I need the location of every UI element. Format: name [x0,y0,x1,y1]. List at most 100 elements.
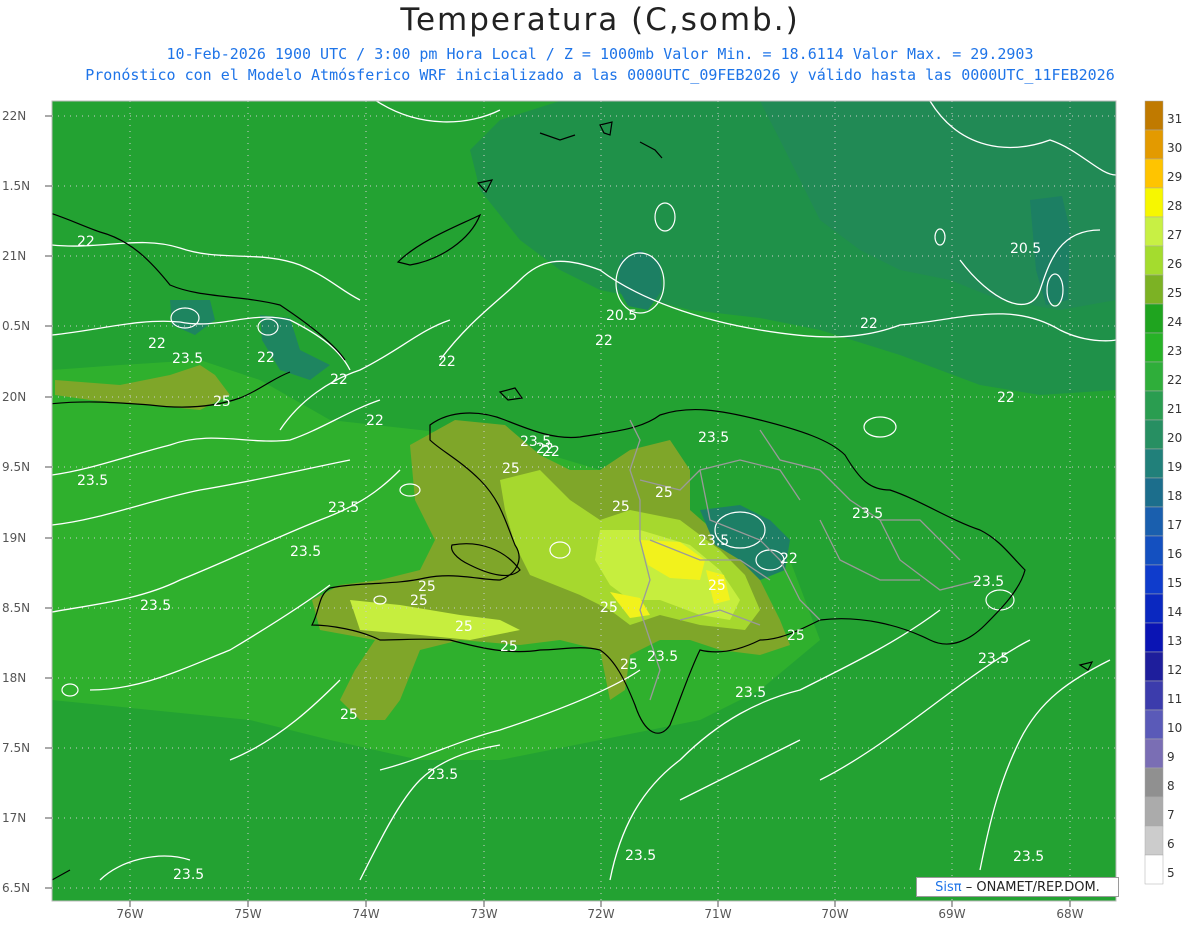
colorbar-swatch [1144,158,1164,189]
colorbar-label: 29 [1167,170,1182,184]
colorbar-swatch [1144,680,1164,711]
contour-label: 22 [257,350,275,366]
lon-label: 76W [116,907,143,921]
colorbar-swatch [1144,738,1164,769]
credit-logo: Sisπ [935,880,962,895]
lat-label: 0.5N [2,319,30,333]
lon-label: 70W [821,907,848,921]
lat-label: 7.5N [2,741,30,755]
colorbar-label: 12 [1167,663,1182,677]
contour-label: 22 [860,316,878,332]
lat-axis: 22N 1.5N 21N 0.5N 20N 9.5N 19N 8.5N 18N … [2,109,30,895]
colorbar: 31 30 29 28 27 26 25 24 23 22 21 20 19 18 17 16 15 14 13 12… [1144,100,1182,885]
contour-label: 22 [77,234,95,250]
lon-label: 74W [352,907,379,921]
colorbar-label: 18 [1167,489,1182,503]
contour-label: 22 [148,336,166,352]
contour-label: 25 [620,657,638,673]
colorbar-swatch [1144,274,1164,305]
colorbar-label: 23 [1167,344,1182,358]
colorbar-swatch [1144,187,1164,218]
colorbar-label: 10 [1167,721,1182,735]
colorbar-swatch [1144,303,1164,334]
lat-label: 6.5N [2,881,30,895]
colorbar-label: 14 [1167,605,1182,619]
colorbar-swatch [1144,709,1164,740]
colorbar-label: 27 [1167,228,1182,242]
map-title: Temperatura (C,somb.) [400,2,800,38]
contour-label: 23.5 [1013,849,1044,865]
contour-label: 23.5 [290,544,321,560]
lon-label: 68W [1056,907,1083,921]
colorbar-swatch [1144,593,1164,624]
colorbar-swatch [1144,129,1164,160]
contour-label: 25 [612,499,630,515]
lat-label: 18N [2,671,26,685]
subtitle-model: Pronóstico con el Modelo Atmósferico WRF… [85,66,1115,84]
colorbar-label: 9 [1167,750,1175,764]
contour-label: 25 [502,461,520,477]
contour-label: 25 [455,619,473,635]
lon-label: 75W [234,907,261,921]
colorbar-swatch [1144,245,1164,276]
colorbar-swatch [1144,361,1164,392]
colorbar-label: 28 [1167,199,1182,213]
contour-label: 22 [438,354,456,370]
contour-label: 25 [708,578,726,594]
contour-label: 20.5 [606,308,637,324]
colorbar-swatch [1144,651,1164,682]
colorbar-swatch [1144,477,1164,508]
contour-label: 23.5 [77,473,108,489]
contour-label: 22 [595,333,613,349]
colorbar-swatch [1144,390,1164,421]
colorbar-swatch [1144,332,1164,363]
colorbar-swatch [1144,825,1164,856]
lon-label: 72W [587,907,614,921]
colorbar-swatch [1144,100,1164,131]
colorbar-swatch [1144,796,1164,827]
contour-label: 23.5 [140,598,171,614]
contour-label: 25 [213,394,231,410]
contour-label: 23.5 [427,767,458,783]
contour-label: 23.5 [647,649,678,665]
contour-label: 23.5 [698,533,729,549]
contour-label: 22 [780,551,798,567]
lat-label: 9.5N [2,460,30,474]
lat-label: 22N [2,109,26,123]
colorbar-swatch [1144,535,1164,566]
credit-box: Sisπ – ONAMET/REP.DOM. [916,877,1119,897]
lon-axis: 76W 75W 74W 73W 72W 71W 70W 69W 68W [116,907,1083,921]
colorbar-label: 19 [1167,460,1182,474]
weather-map: 22 22 22 22 22 23.5 20.5 22 22 23.5 25 2… [2,100,1182,921]
lat-label: 1.5N [2,179,30,193]
lat-ticks [45,115,52,889]
credit-text: – ONAMET/REP.DOM. [965,880,1100,895]
contour-label: 22 [366,413,384,429]
colorbar-swatch [1144,767,1164,798]
contour-label: 23.5 [625,848,656,864]
colorbar-label: 6 [1167,837,1175,851]
colorbar-label: 21 [1167,402,1182,416]
colorbar-label: 20 [1167,431,1182,445]
colorbar-label: 7 [1167,808,1175,822]
contour-label: 25 [787,628,805,644]
colorbar-label: 5 [1167,866,1175,880]
lat-label: 19N [2,531,26,545]
lat-label: 21N [2,249,26,263]
contour-label: 23.5 [172,351,203,367]
lon-label: 71W [704,907,731,921]
contour-label: 23.5 [735,685,766,701]
contour-label: 25 [410,593,428,609]
contour-label: 22 [542,444,560,460]
contour-label: 23.5 [978,651,1009,667]
contour-label: 22 [330,372,348,388]
colorbar-swatch [1144,506,1164,537]
contour-label: 20.5 [1010,241,1041,257]
colorbar-label: 25 [1167,286,1182,300]
subtitle-time: 10-Feb-2026 1900 UTC / 3:00 pm Hora Loca… [166,45,1034,63]
contour-label: 23.5 [698,430,729,446]
contour-label: 23.5 [973,574,1004,590]
colorbar-swatch [1144,216,1164,247]
colorbar-swatch [1144,448,1164,479]
contour-label: 23.5 [328,500,359,516]
